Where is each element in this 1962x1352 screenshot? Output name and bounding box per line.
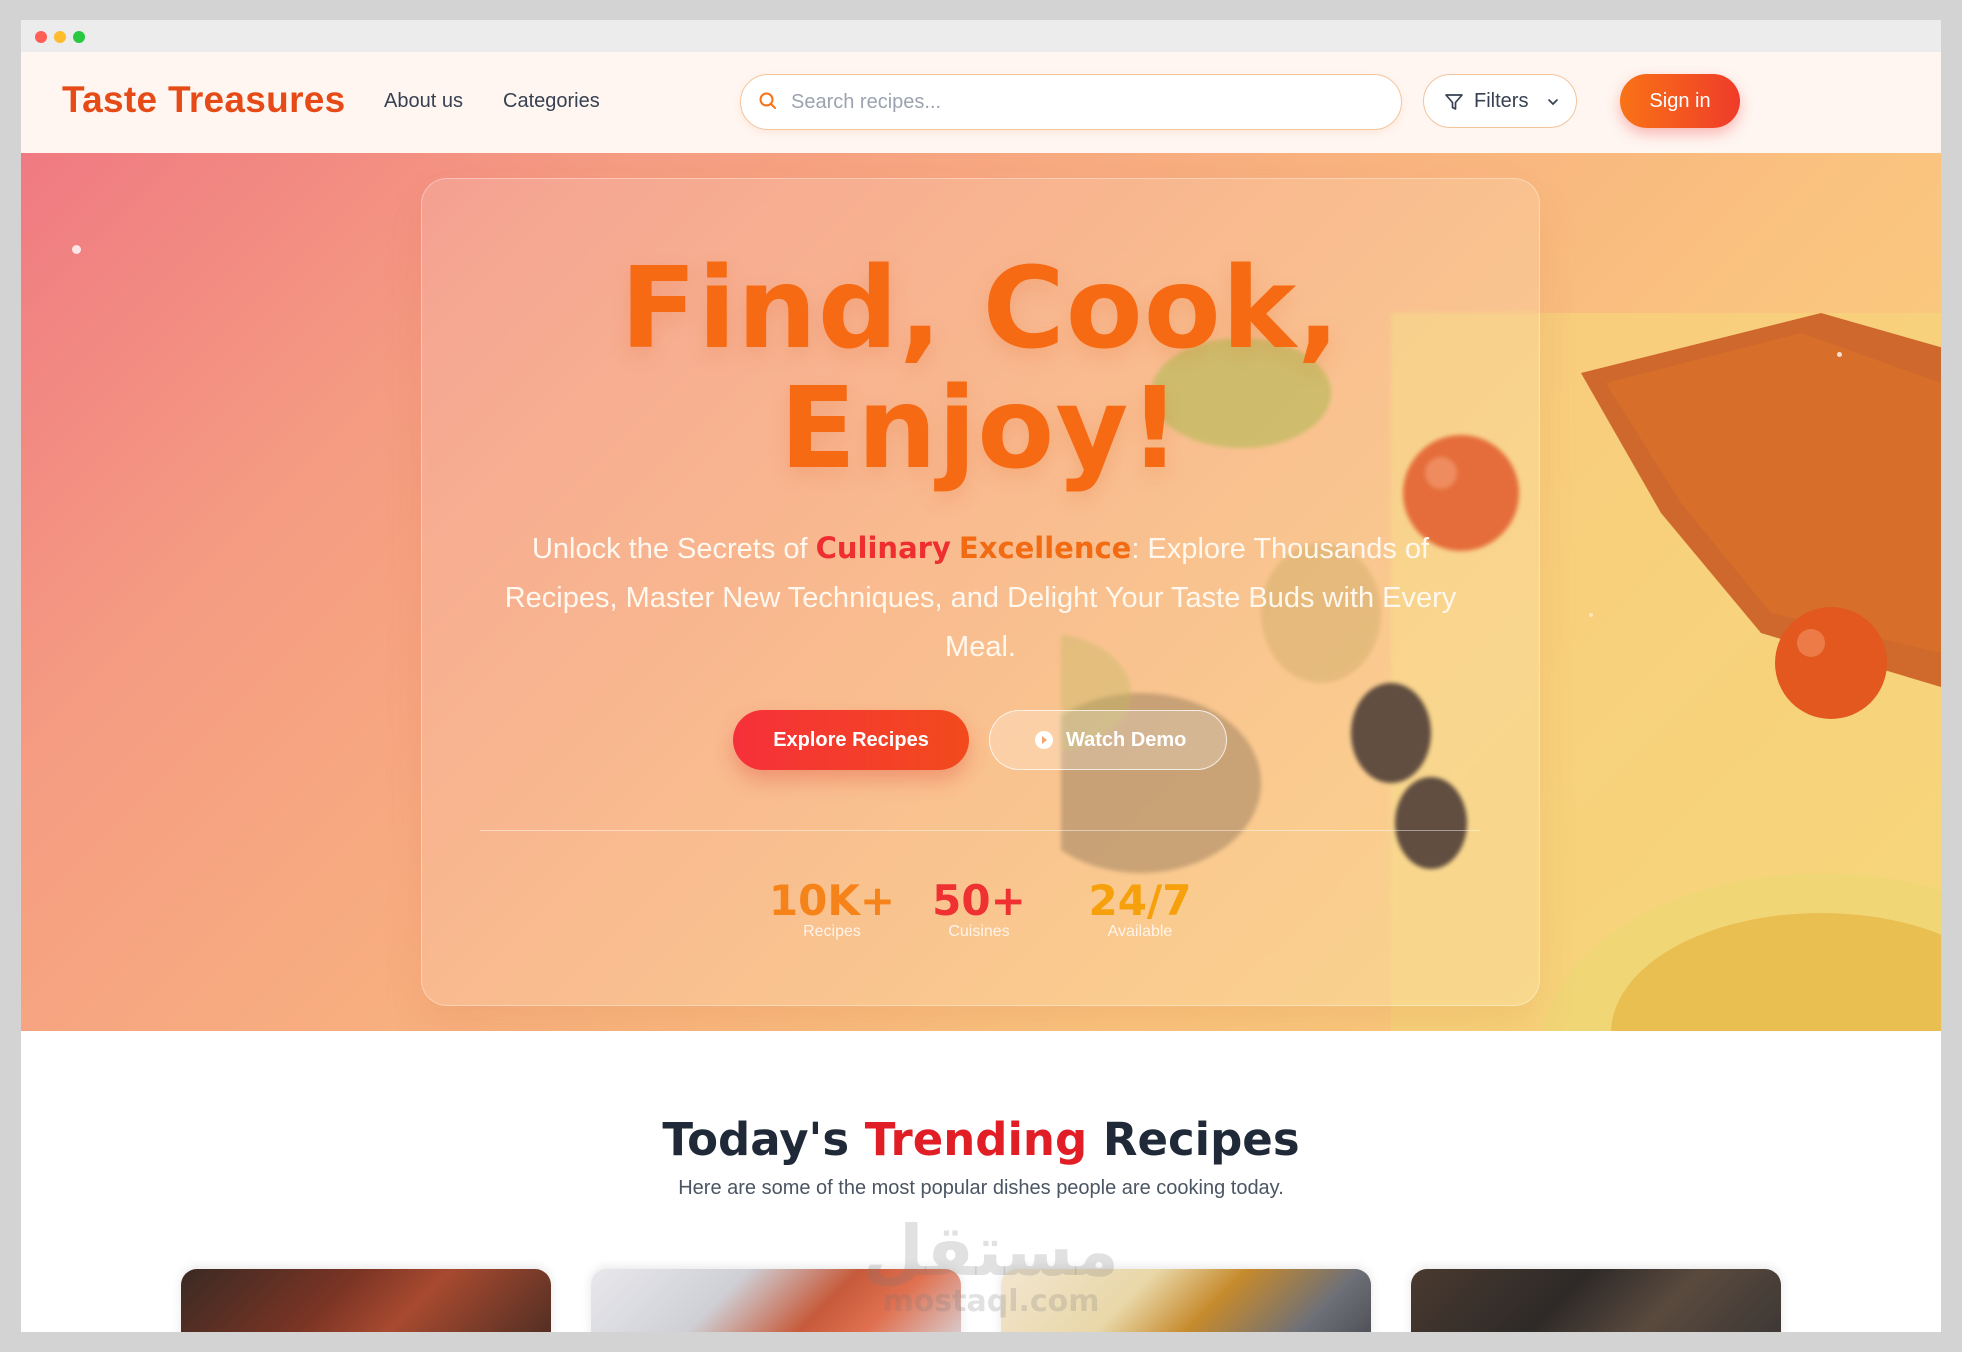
- sparkle-dot: [1589, 613, 1593, 617]
- trending-title-part-2: Recipes: [1087, 1113, 1300, 1166]
- play-circle-icon: [1035, 731, 1053, 749]
- watch-demo-button[interactable]: Watch Demo: [989, 710, 1227, 770]
- search-bar[interactable]: [740, 74, 1402, 130]
- trending-title: Today's Trending Recipes: [21, 1113, 1941, 1166]
- sparkle-dot: [72, 245, 81, 254]
- recipe-card[interactable]: [181, 1269, 551, 1332]
- stat-available-value: 24/7: [1088, 876, 1192, 925]
- close-window-icon[interactable]: [35, 31, 47, 43]
- nav-link-about-us[interactable]: About us: [384, 90, 463, 113]
- chevron-down-icon: [1548, 99, 1558, 106]
- minimize-window-icon[interactable]: [54, 31, 66, 43]
- stat-recipes-value: 10K+: [768, 876, 896, 925]
- stat-recipes: 10K+ Recipes: [752, 879, 912, 941]
- stat-cuisines-value: 50+: [932, 876, 1026, 925]
- explore-recipes-button[interactable]: Explore Recipes: [733, 710, 969, 770]
- trending-title-part-1: Today's: [662, 1113, 865, 1166]
- mostaql-watermark: مستقل mostaql.com: [861, 1216, 1121, 1318]
- watermark-latin: mostaql.com: [882, 1284, 1100, 1319]
- search-icon: [759, 92, 776, 109]
- stat-available-label: Available: [1107, 923, 1173, 940]
- subtitle-highlight-culinary: Culinary: [815, 531, 951, 565]
- site-logo[interactable]: Taste Treasures: [62, 79, 346, 121]
- subtitle-highlight-excellence: Excellence: [958, 531, 1132, 565]
- hero-headline: Find, Cook, Enjoy!: [422, 249, 1539, 489]
- browser-window: Taste Treasures About us Categories Filt…: [21, 20, 1941, 1332]
- filter-icon: [1445, 94, 1463, 110]
- stat-available: 24/7 Available: [1080, 879, 1200, 941]
- nav-link-categories[interactable]: Categories: [503, 90, 600, 113]
- hero-divider: [480, 830, 1480, 831]
- filters-button[interactable]: Filters: [1423, 74, 1577, 128]
- filters-label: Filters: [1474, 90, 1529, 112]
- hero-headline-line-1: Find, Cook,: [620, 244, 1341, 374]
- trending-title-highlight: Trending: [864, 1113, 1088, 1166]
- hero-headline-line-2: Enjoy!: [779, 364, 1182, 494]
- top-navbar: Taste Treasures About us Categories Filt…: [21, 52, 1941, 153]
- watermark-arabic: مستقل: [862, 1210, 1119, 1292]
- sign-in-button[interactable]: Sign in: [1620, 74, 1740, 128]
- watch-demo-label: Watch Demo: [1066, 729, 1187, 751]
- window-titlebar: [21, 20, 1941, 52]
- search-input[interactable]: [789, 85, 1373, 119]
- stat-cuisines: 50+ Cuisines: [924, 879, 1034, 941]
- stat-cuisines-label: Cuisines: [948, 923, 1010, 940]
- hero-section: Find, Cook, Enjoy! Unlock the Secrets of…: [21, 153, 1941, 1031]
- sparkle-dot: [1837, 352, 1842, 357]
- stat-recipes-label: Recipes: [803, 923, 861, 940]
- maximize-window-icon[interactable]: [73, 31, 85, 43]
- hero-card: Find, Cook, Enjoy! Unlock the Secrets of…: [421, 178, 1540, 1006]
- subtitle-intro: Unlock the Secrets of: [531, 533, 816, 565]
- recipe-card[interactable]: [1411, 1269, 1781, 1332]
- trending-section: Today's Trending Recipes Here are some o…: [21, 1031, 1941, 1332]
- trending-subtitle: Here are some of the most popular dishes…: [678, 1177, 1284, 1199]
- hero-subtitle: Unlock the Secrets of Culinary Excellenc…: [502, 524, 1459, 672]
